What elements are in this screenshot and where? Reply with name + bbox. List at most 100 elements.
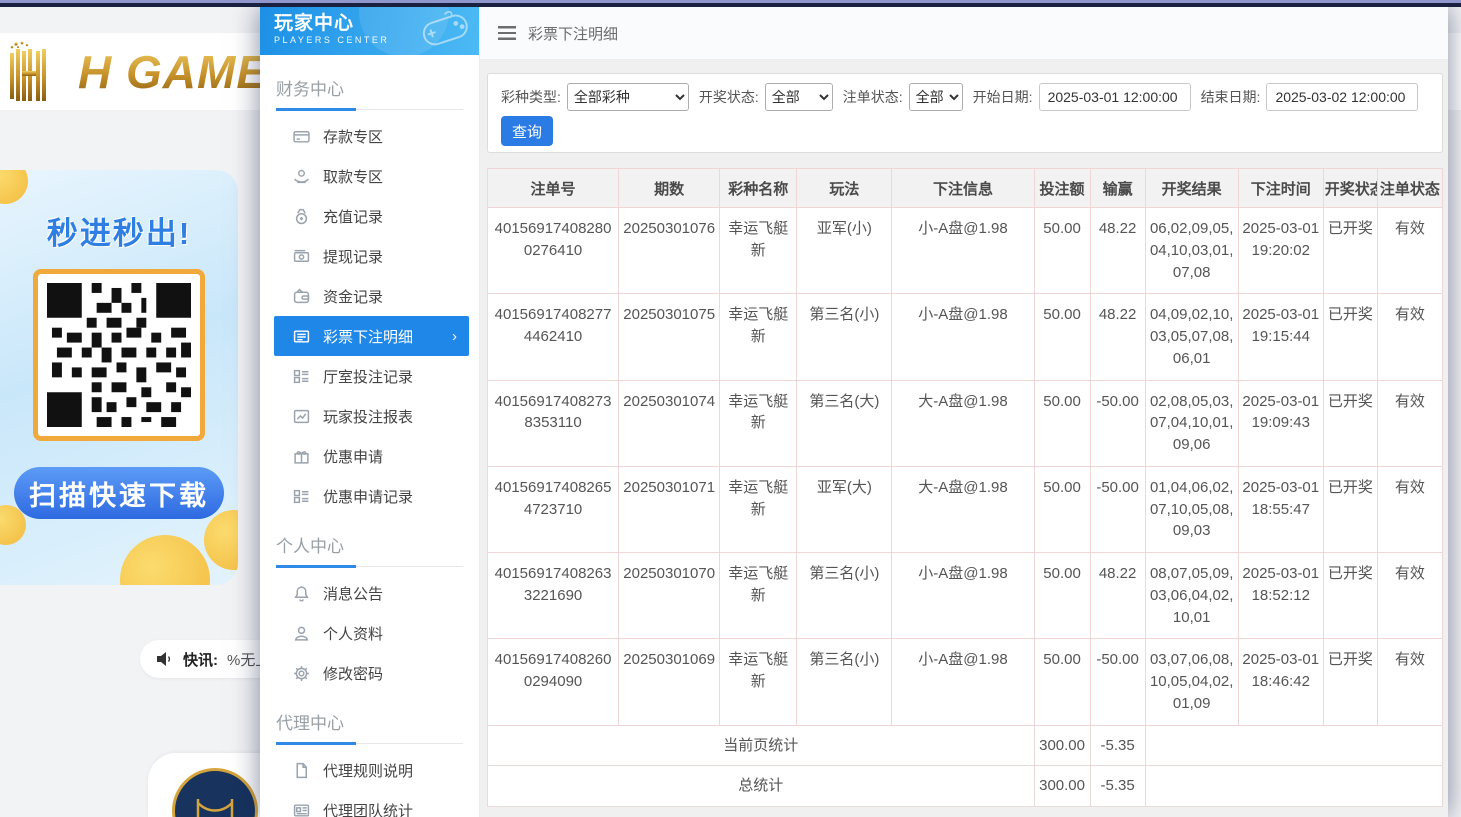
cell-draw-result: 03,07,06,08,10,05,04,02,01,09 — [1145, 639, 1238, 725]
speaker-icon — [156, 651, 174, 667]
cell-bet-time: 2025-03-01 19:15:44 — [1238, 294, 1323, 380]
cell-draw-status: 已开奖 — [1323, 208, 1377, 294]
player-center-sidebar: 玩家中心 PLAYERS CENTER 财务中心 存款专区 取款专区 — [260, 7, 480, 817]
cell-bet-id: 401569174082633221690 — [488, 553, 619, 639]
sidebar-item-promo-apply[interactable]: 优惠申请 — [274, 436, 469, 476]
sidebar-item-label: 彩票下注明细 — [323, 326, 413, 347]
cell-order-status: 有效 — [1377, 208, 1442, 294]
lottery-type-select[interactable]: 全部彩种 — [567, 83, 689, 111]
col-bet-amount: 投注额 — [1034, 169, 1090, 208]
brand-logo[interactable]: H GAME — [8, 41, 268, 103]
start-date-label: 开始日期: — [973, 87, 1033, 107]
sidebar-item-funds-records[interactable]: 资金记录 — [274, 276, 469, 316]
end-date-input[interactable] — [1266, 83, 1418, 111]
download-qr-code — [33, 269, 205, 441]
deposit-card-icon — [293, 128, 310, 145]
cell-win-loss: -50.00 — [1090, 639, 1145, 725]
cell-issue: 20250301075 — [619, 294, 720, 380]
section-agent-center: 代理中心 — [276, 709, 463, 744]
sidebar-item-agent-team-stats[interactable]: 代理团队统计 — [274, 790, 469, 817]
player-center-panel: 玩家中心 PLAYERS CENTER 财务中心 存款专区 取款专区 — [260, 7, 1448, 817]
cell-draw-result: 08,07,05,09,03,06,04,02,10,01 — [1145, 553, 1238, 639]
cell-bet-amount: 50.00 — [1034, 639, 1090, 725]
sidebar-item-hall-bet-records[interactable]: 厅室投注记录 — [274, 356, 469, 396]
cell-win-loss: 48.22 — [1090, 208, 1145, 294]
cell-draw-result: 02,08,05,03,07,04,10,01,09,06 — [1145, 380, 1238, 466]
sidebar-item-label: 优惠申请记录 — [323, 486, 413, 507]
sidebar-item-label: 玩家投注报表 — [323, 406, 413, 427]
cell-win-loss: -50.00 — [1090, 380, 1145, 466]
sidebar-item-promo-apply-records[interactable]: 优惠申请记录 — [274, 476, 469, 516]
sidebar-item-profile[interactable]: 个人资料 — [274, 613, 469, 653]
scan-download-button[interactable]: 扫描快速下载 — [14, 467, 224, 519]
withdrawal-record-icon — [293, 248, 310, 265]
summary-label: 总统计 — [488, 766, 1035, 807]
cell-bet-id: 401569174082738353110 — [488, 380, 619, 466]
cell-bet-info: 小-A盘@1.98 — [892, 639, 1034, 725]
agent-team-stats-icon — [293, 802, 310, 817]
section-finance-center: 财务中心 — [276, 75, 463, 110]
table-row: 401569174082600294090 20250301069 幸运飞艇新 … — [488, 639, 1443, 725]
sidebar-item-agent-rules[interactable]: 代理规则说明 — [274, 750, 469, 790]
sidebar-item-label: 取款专区 — [323, 166, 383, 187]
col-issue: 期数 — [619, 169, 720, 208]
promo-apply-icon — [293, 448, 310, 465]
col-bet-info: 下注信息 — [892, 169, 1034, 208]
cell-play-type: 第三名(大) — [797, 380, 892, 466]
cell-issue: 20250301071 — [619, 466, 720, 552]
sidebar-item-announcements[interactable]: 消息公告 — [274, 573, 469, 613]
cell-play-type: 亚军(小) — [797, 208, 892, 294]
summary-win-loss: -5.35 — [1090, 766, 1145, 807]
cell-bet-time: 2025-03-01 19:20:02 — [1238, 208, 1323, 294]
sidebar-item-withdraw-zone[interactable]: 取款专区 — [274, 156, 469, 196]
cell-order-status: 有效 — [1377, 639, 1442, 725]
sidebar-item-deposit-zone[interactable]: 存款专区 — [274, 116, 469, 156]
cell-bet-time: 2025-03-01 18:52:12 — [1238, 553, 1323, 639]
content-body: 彩种类型: 全部彩种 开奖状态: 全部 注单状态: 全部 开始日期: 结束日期: — [480, 60, 1448, 817]
sidebar-item-player-bet-report[interactable]: 玩家投注报表 — [274, 396, 469, 436]
hall-bet-record-icon — [293, 368, 310, 385]
summary-bet-total: 300.00 — [1034, 725, 1090, 766]
cell-bet-info: 大-A盘@1.98 — [892, 466, 1034, 552]
sidebar-item-label: 修改密码 — [323, 663, 383, 684]
section-title: 个人中心 — [276, 537, 344, 556]
draw-status-select[interactable]: 全部 — [765, 83, 833, 111]
start-date-input[interactable] — [1039, 83, 1191, 111]
cell-bet-amount: 50.00 — [1034, 208, 1090, 294]
query-button[interactable]: 查询 — [501, 116, 553, 146]
sidebar-item-withdrawal-records[interactable]: 提现记录 — [274, 236, 469, 276]
cell-lottery-name: 幸运飞艇新 — [720, 639, 797, 725]
cell-bet-amount: 50.00 — [1034, 294, 1090, 380]
cell-draw-result: 01,04,06,02,07,10,05,08,09,03 — [1145, 466, 1238, 552]
cell-play-type: 亚军(大) — [797, 466, 892, 552]
announcement-bell-icon — [293, 585, 310, 602]
cell-bet-time: 2025-03-01 19:09:43 — [1238, 380, 1323, 466]
sidebar-header: 玩家中心 PLAYERS CENTER — [260, 7, 479, 55]
table-header-row: 注单号 期数 彩种名称 玩法 下注信息 投注额 输赢 开奖结果 下注时间 开奖状… — [488, 169, 1443, 208]
sidebar-item-label: 代理规则说明 — [323, 760, 413, 781]
table-row: 401569174082800276410 20250301076 幸运飞艇新 … — [488, 208, 1443, 294]
sidebar-item-change-password[interactable]: 修改密码 — [274, 653, 469, 693]
logo-bars-icon — [8, 41, 72, 103]
cell-win-loss: 48.22 — [1090, 553, 1145, 639]
cell-bet-time: 2025-03-01 18:46:42 — [1238, 639, 1323, 725]
sidebar-menu: 财务中心 存款专区 取款专区 充值记录 提现记录 资金记录 — [260, 55, 479, 817]
order-status-select[interactable]: 全部 — [909, 83, 963, 111]
cell-win-loss: -50.00 — [1090, 466, 1145, 552]
sidebar-item-recharge-records[interactable]: 充值记录 — [274, 196, 469, 236]
player-bet-report-icon — [293, 408, 310, 425]
menu-toggle-icon[interactable] — [498, 26, 516, 40]
summary-bet-total: 300.00 — [1034, 766, 1090, 807]
col-play-type: 玩法 — [797, 169, 892, 208]
filter-row: 彩种类型: 全部彩种 开奖状态: 全部 注单状态: 全部 开始日期: 结束日期: — [501, 81, 1432, 113]
sidebar-item-lottery-bet-details[interactable]: 彩票下注明细 › — [274, 316, 469, 356]
table-row: 401569174082654723710 20250301071 幸运飞艇新 … — [488, 466, 1443, 552]
col-lottery-name: 彩种名称 — [720, 169, 797, 208]
browser-top-strip — [0, 0, 1461, 7]
promo-headline: 秒进秒出! — [0, 208, 238, 253]
sidebar-item-label: 厅室投注记录 — [323, 366, 413, 387]
cell-play-type: 第三名(小) — [797, 639, 892, 725]
cell-win-loss: 48.22 — [1090, 294, 1145, 380]
cell-draw-status: 已开奖 — [1323, 639, 1377, 725]
col-win-loss: 输赢 — [1090, 169, 1145, 208]
